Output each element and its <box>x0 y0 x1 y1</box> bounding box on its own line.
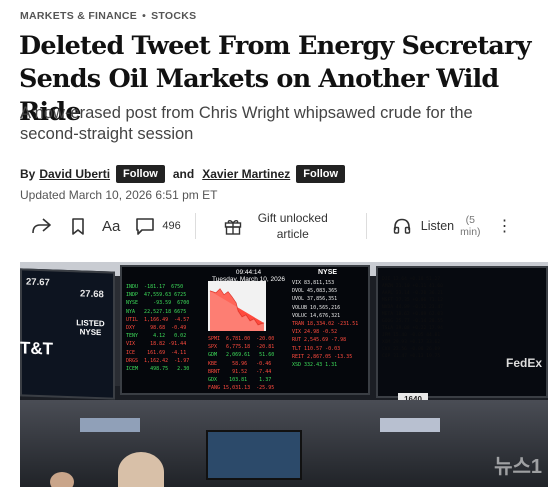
share-icon[interactable] <box>30 218 52 234</box>
breadcrumb-separator: • <box>142 10 147 22</box>
board-exchange: NYSE <box>318 269 338 276</box>
ticker-row: AAPL 33.14 -0.20 36.21 <box>382 291 443 296</box>
breadcrumb-subsection-link[interactable]: STOCKS <box>151 10 196 22</box>
ticker-row: NYSE -93.59 6700 <box>126 300 190 307</box>
board-far-right-rows: DJI 12.64 +0.18 51.27 AMZN 21.10 +0.11 41… <box>382 276 443 360</box>
gift-label-line1: Gift unlocked <box>257 211 328 225</box>
ticker-row: UTIL 1,166.49 -4.57 <box>126 316 190 323</box>
ticker-row: GOOG 25.77 -0.14 28.55 <box>382 319 443 324</box>
board-mid-rows: SPMI 6,781.00 -20.00 SPX 6,775.18 -20.81 G… <box>208 335 274 392</box>
ticker-row: COP 31.47 +0.13 19.75 <box>382 354 441 359</box>
ticker-row: VOLUB 10,565,216 <box>292 304 341 311</box>
board-chart <box>208 281 266 331</box>
ticker-row: TENY 4.12 0.02 <box>126 333 187 340</box>
board-time: 09:44:14 <box>235 269 262 276</box>
ticker-row: TLT 110.57 -0.03 <box>292 345 341 352</box>
photo-trader <box>50 472 74 487</box>
ticker-row: GDM 2,069.61 51.60 <box>208 352 275 359</box>
toolbar-divider <box>194 213 196 239</box>
ticker-row: VOLUC 14,676,321 <box>292 312 341 319</box>
listen-button[interactable]: Listen (5 min) <box>393 214 481 238</box>
ticker-row: DRGS 1,162.42 -1.97 <box>126 357 190 364</box>
ticker-row: NYA 22,527.18 6675 <box>126 308 187 315</box>
gift-label-line2: article <box>276 227 309 241</box>
comment-icon <box>136 217 155 235</box>
left-screen-logo: T&T <box>20 338 54 359</box>
text-size-button[interactable]: Aa <box>102 218 120 235</box>
ticker-row: GDX 103.81 1.37 <box>208 377 272 384</box>
byline-by: By <box>20 167 36 181</box>
ticker-row: CVX 22.56 -0.08 26.09 <box>382 347 441 352</box>
photo-monitor <box>80 418 140 432</box>
ticker-row: VIX 83,811,153 <box>292 280 335 286</box>
ticker-row: BRNT 91.52 -7.44 <box>208 368 272 375</box>
follow-author-1-button[interactable]: Follow <box>116 165 165 183</box>
ticker-row: DVOL 45,083,365 <box>292 288 338 295</box>
ticker-row: KBE 58.96 -0.46 <box>208 360 272 367</box>
ticker-row: JPM 15.40 -0.05 44.81 <box>382 333 441 338</box>
ticker-row: AMZN 21.10 +0.11 41.60 <box>382 284 443 289</box>
ticker-row: ICE 161.69 -4.11 <box>126 349 187 356</box>
board-right-rows: VIX 83,811,153 DVOL 45,083,365 UVOL 37,856… <box>292 279 358 369</box>
gift-article-label: Gift unlocked article <box>258 210 328 242</box>
ticker-row: INDP 47,559.63 6725 <box>126 292 187 299</box>
toolbar-divider <box>365 213 367 239</box>
ticker-row: VIX 18.82 -91.44 <box>126 341 187 348</box>
comments-button[interactable]: 496 <box>136 217 181 235</box>
photo-right-board: DJI 12.64 +0.18 51.27 AMZN 21.10 +0.11 41… <box>376 266 548 398</box>
ticker-row: MSFT 27.35 +0.06 71.12 <box>382 298 443 303</box>
byline: By David Uberti Follow and Xavier Martin… <box>20 165 346 183</box>
left-screen-price-1: 27.67 <box>26 276 50 289</box>
headphones-icon <box>393 218 411 234</box>
left-screen-brand: LISTED NYSE <box>76 318 105 338</box>
ticker-row: UVOL 37,856,351 <box>292 296 338 303</box>
listen-duration-line1: (5 <box>465 214 475 226</box>
ticker-row: XOM 29.93 +0.17 33.62 <box>382 340 441 345</box>
comment-count: 496 <box>162 220 181 232</box>
news1-watermark: 뉴스1 <box>494 456 542 478</box>
ticker-row: FANG 15,031.13 -25.95 <box>208 385 275 392</box>
photo-left-screen: 27.67 27.68 LISTED NYSE T&T <box>20 268 115 400</box>
follow-author-2-button[interactable]: Follow <box>296 165 346 183</box>
ticker-row: META 18.62 +0.09 62.03 <box>382 312 443 317</box>
ticker-row: ICEM 498.75 2.30 <box>126 366 190 373</box>
ticker-row: RUT 2,545.69 -7.98 <box>292 337 347 344</box>
ticker-row: REIT 2,867.05 -13.35 <box>292 353 353 360</box>
breadcrumb: MARKETS & FINANCE • STOCKS <box>20 10 196 22</box>
article-toolbar: Aa 496 Gift unlocked article Listen (5 m… <box>20 208 550 244</box>
ticker-row: SPMI 6,781.00 -20.00 <box>208 336 275 342</box>
article-photo: 27.67 27.68 LISTED NYSE T&T 09:44:14 Tue… <box>20 262 548 487</box>
bookmark-icon[interactable] <box>70 217 86 235</box>
ticker-row: XSD 332.43 1.31 <box>292 362 338 369</box>
author-link-2[interactable]: Xavier Martinez <box>202 167 290 181</box>
photo-trader <box>118 452 164 487</box>
listen-label: Listen <box>420 219 455 233</box>
ticker-row: DXY 98.68 -0.49 <box>126 325 187 332</box>
left-screen-price-2: 27.68 <box>80 288 104 301</box>
ticker-row: SPX 6,775.18 -20.81 <box>208 344 275 351</box>
board-left-rows: INDU -181.17 6750 INDP 47,559.63 6725 NYSE… <box>126 283 189 373</box>
updated-timestamp: Updated March 10, 2026 6:51 pm ET <box>20 188 218 202</box>
photo-center-board: 09:44:14 Tuesday, March 10, 2026 INDU -1… <box>120 265 370 395</box>
author-link-1[interactable]: David Uberti <box>39 167 110 181</box>
ticker-row: VIX 24.98 -0.52 <box>292 329 338 336</box>
photo-monitor <box>380 418 440 432</box>
gift-icon <box>224 218 242 235</box>
breadcrumb-section-link[interactable]: MARKETS & FINANCE <box>20 10 137 22</box>
listen-duration: (5 min) <box>460 214 480 238</box>
more-options-icon[interactable]: ⋮ <box>497 216 513 236</box>
fedex-logo: FedEx <box>505 356 542 370</box>
ticker-row: TSLA 39.08 +0.22 17.94 <box>382 326 443 331</box>
ticker-row: NVDA 44.89 -0.31 23.47 <box>382 305 443 310</box>
ticker-row: DJI 12.64 +0.18 51.27 <box>382 277 441 282</box>
article-dek: A now-erased post from Chris Wright whip… <box>20 104 473 143</box>
ticker-row: INDU -181.17 6750 <box>126 284 184 290</box>
gift-article-button[interactable]: Gift unlocked article <box>224 210 328 242</box>
ticker-row: TRAN 18,334.02 -231.51 <box>292 321 359 328</box>
photo-monitor <box>206 430 302 480</box>
listen-duration-line2: min) <box>460 226 481 238</box>
byline-and: and <box>172 167 195 181</box>
